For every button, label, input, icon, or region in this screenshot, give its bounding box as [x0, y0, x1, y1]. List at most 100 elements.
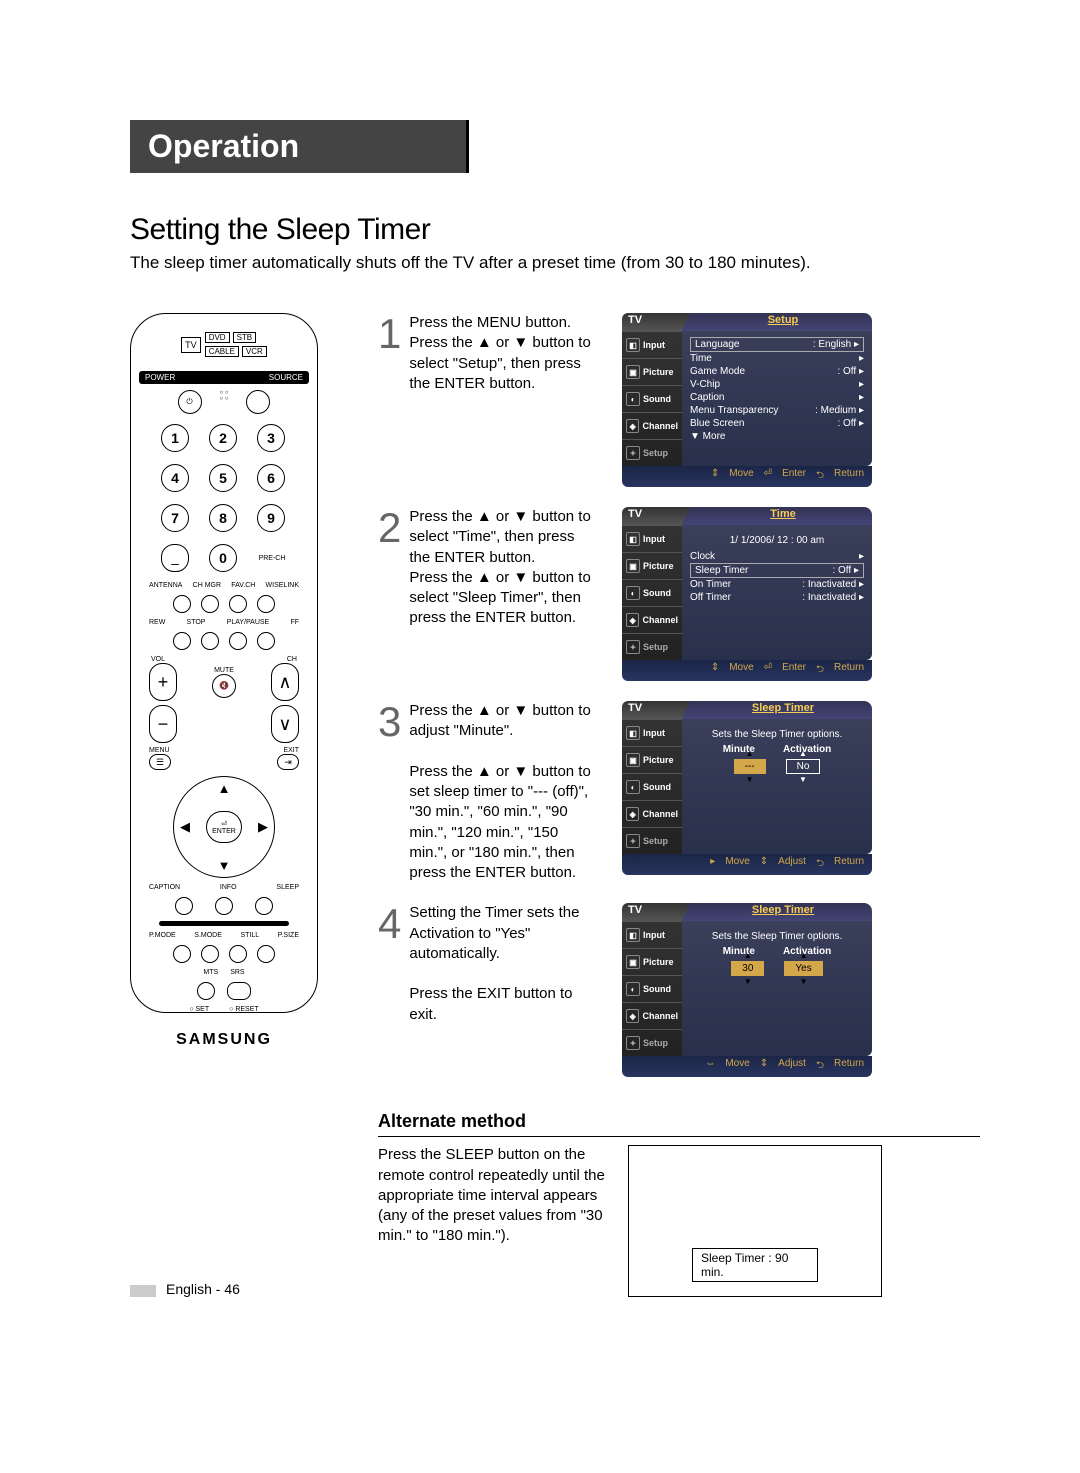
- remote-antenna-label: ANTENNA: [149, 582, 182, 589]
- remote-caption-button[interactable]: [175, 897, 193, 915]
- osd-nav-picture[interactable]: ▣Picture: [622, 358, 682, 385]
- osd-nav-setup[interactable]: ✦Setup: [622, 439, 682, 466]
- osd-nav-input[interactable]: ◧Input: [622, 719, 682, 746]
- osd-line-time[interactable]: Time▸: [690, 352, 864, 365]
- remote-smode-button[interactable]: [201, 945, 219, 963]
- remote-favch-button[interactable]: [229, 595, 247, 613]
- dpad-right[interactable]: ▶: [258, 819, 268, 835]
- remote-sleep-label: SLEEP: [276, 884, 299, 891]
- remote-illustration: TV DVD STB CABLE VCR POWER SOURCE ⏻: [130, 313, 318, 1013]
- remote-rew-button[interactable]: [173, 632, 191, 650]
- remote-vol-down[interactable]: −: [149, 705, 177, 743]
- osd-nav-setup[interactable]: ✦Setup: [622, 827, 682, 854]
- remote-num-4[interactable]: 4: [161, 464, 189, 492]
- dpad-left[interactable]: ◀: [180, 819, 190, 835]
- osd-sleeptimer[interactable]: Sleep Timer: Off ▸: [690, 563, 864, 578]
- remote-divider: [159, 921, 289, 926]
- osd-nav-input[interactable]: ◧Input: [622, 331, 682, 358]
- osd-adjust: Adjust: [778, 856, 806, 873]
- remote-caption-label: CAPTION: [149, 884, 180, 891]
- remote-rew-label: REW: [149, 619, 165, 626]
- remote-exit-button[interactable]: ⇥: [277, 754, 299, 770]
- remote-ch-up[interactable]: ∧: [271, 663, 299, 701]
- remote-num-3[interactable]: 3: [257, 424, 285, 452]
- remote-vcr: VCR: [242, 346, 267, 357]
- remote-ff-button[interactable]: [257, 632, 275, 650]
- osd-nav-input[interactable]: ◧Input: [622, 921, 682, 948]
- remote-source-button[interactable]: [246, 390, 270, 414]
- osd-ontimer[interactable]: On Timer: Inactivated ▸: [690, 578, 864, 591]
- remote-dash-button[interactable]: –: [161, 544, 189, 572]
- remote-srs-button[interactable]: [227, 982, 251, 1000]
- osd-move: Move: [729, 468, 753, 485]
- remote-num-9[interactable]: 9: [257, 504, 285, 532]
- osd-nav-setup[interactable]: ✦Setup: [622, 633, 682, 660]
- operation-header: Operation: [130, 120, 469, 173]
- remote-mute-label: MUTE: [212, 667, 236, 674]
- remote-menu-button[interactable]: ☰: [149, 754, 171, 770]
- remote-antenna-button[interactable]: [173, 595, 191, 613]
- osd-minute-value[interactable]: ---: [734, 759, 766, 774]
- osd-time-title: Time: [770, 508, 795, 520]
- remote-power-button[interactable]: ⏻: [178, 390, 202, 414]
- osd-nav-picture[interactable]: ▣Picture: [622, 552, 682, 579]
- osd-line-language[interactable]: Language: English ▸: [690, 337, 864, 352]
- osd-nav-sound[interactable]: ◐Sound: [622, 773, 682, 800]
- remote-mute-button[interactable]: 🔇: [212, 674, 236, 698]
- osd-nav-picture[interactable]: ▣Picture: [622, 948, 682, 975]
- remote-num-1[interactable]: 1: [161, 424, 189, 452]
- page-footer: English - 46: [130, 1281, 240, 1297]
- remote-still-button[interactable]: [229, 945, 247, 963]
- remote-num-8[interactable]: 8: [209, 504, 237, 532]
- osd-nav-channel[interactable]: ◈Channel: [622, 606, 682, 633]
- osd-nav-setup[interactable]: ✦Setup: [622, 1029, 682, 1056]
- remote-sleep-button[interactable]: [255, 897, 273, 915]
- remote-stop-button[interactable]: [201, 632, 219, 650]
- osd-line-vchip[interactable]: V-Chip▸: [690, 378, 864, 391]
- dpad-up[interactable]: ▲: [218, 781, 231, 796]
- osd-sleep-2: TV Sleep Timer ◧Input ▣Picture ◐Sound ◈C…: [622, 903, 872, 1077]
- osd-sleep-title: Sleep Timer: [752, 702, 814, 714]
- remote-num-6[interactable]: 6: [257, 464, 285, 492]
- osd-nav-input[interactable]: ◧Input: [622, 525, 682, 552]
- remote-play-button[interactable]: [229, 632, 247, 650]
- osd-offtimer[interactable]: Off Timer: Inactivated ▸: [690, 591, 864, 604]
- osd-nav-channel[interactable]: ◈Channel: [622, 800, 682, 827]
- remote-num-7[interactable]: 7: [161, 504, 189, 532]
- osd-activation-value-2[interactable]: Yes: [784, 961, 822, 976]
- remote-stb: STB: [233, 332, 257, 343]
- remote-dpad[interactable]: ▲ ▼ ◀ ▶ ⏎ENTER: [173, 776, 275, 878]
- osd-sleep-subtitle-2: Sets the Sleep Timer options.: [690, 931, 864, 942]
- remote-ch-down[interactable]: ∨: [271, 705, 299, 743]
- remote-stop-label: STOP: [187, 619, 206, 626]
- osd-nav-channel[interactable]: ◈Channel: [622, 1002, 682, 1029]
- remote-num-5[interactable]: 5: [209, 464, 237, 492]
- remote-info-button[interactable]: [215, 897, 233, 915]
- remote-vol-up[interactable]: +: [149, 663, 177, 701]
- remote-enter-button[interactable]: ⏎ENTER: [206, 811, 242, 843]
- remote-pmode-button[interactable]: [173, 945, 191, 963]
- osd-clock[interactable]: Clock▸: [690, 550, 864, 563]
- osd-line-more[interactable]: ▼ More: [690, 430, 864, 443]
- remote-power-label: POWER: [145, 373, 175, 382]
- osd-nav-sound[interactable]: ◐Sound: [622, 385, 682, 412]
- remote-num-2[interactable]: 2: [209, 424, 237, 452]
- osd-nav-channel[interactable]: ◈Channel: [622, 412, 682, 439]
- osd-line-caption[interactable]: Caption▸: [690, 391, 864, 404]
- osd-line-gamemode[interactable]: Game Mode: Off ▸: [690, 365, 864, 378]
- osd-line-bluescreen[interactable]: Blue Screen: Off ▸: [690, 417, 864, 430]
- remote-mts-button[interactable]: [197, 982, 215, 1000]
- osd-return: Return: [834, 856, 864, 873]
- remote-mts-label: MTS: [203, 969, 218, 976]
- remote-num-0[interactable]: 0: [209, 544, 237, 572]
- remote-chmgr-button[interactable]: [201, 595, 219, 613]
- osd-nav-sound[interactable]: ◐Sound: [622, 975, 682, 1002]
- remote-wiselink-button[interactable]: [257, 595, 275, 613]
- osd-nav-picture[interactable]: ▣Picture: [622, 746, 682, 773]
- osd-line-transparency[interactable]: Menu Transparency: Medium ▸: [690, 404, 864, 417]
- remote-psize-button[interactable]: [257, 945, 275, 963]
- dpad-down[interactable]: ▼: [218, 858, 231, 873]
- osd-nav-sound[interactable]: ◐Sound: [622, 579, 682, 606]
- osd-minute-value-2[interactable]: 30: [731, 961, 764, 976]
- osd-activation-value[interactable]: No: [786, 759, 821, 774]
